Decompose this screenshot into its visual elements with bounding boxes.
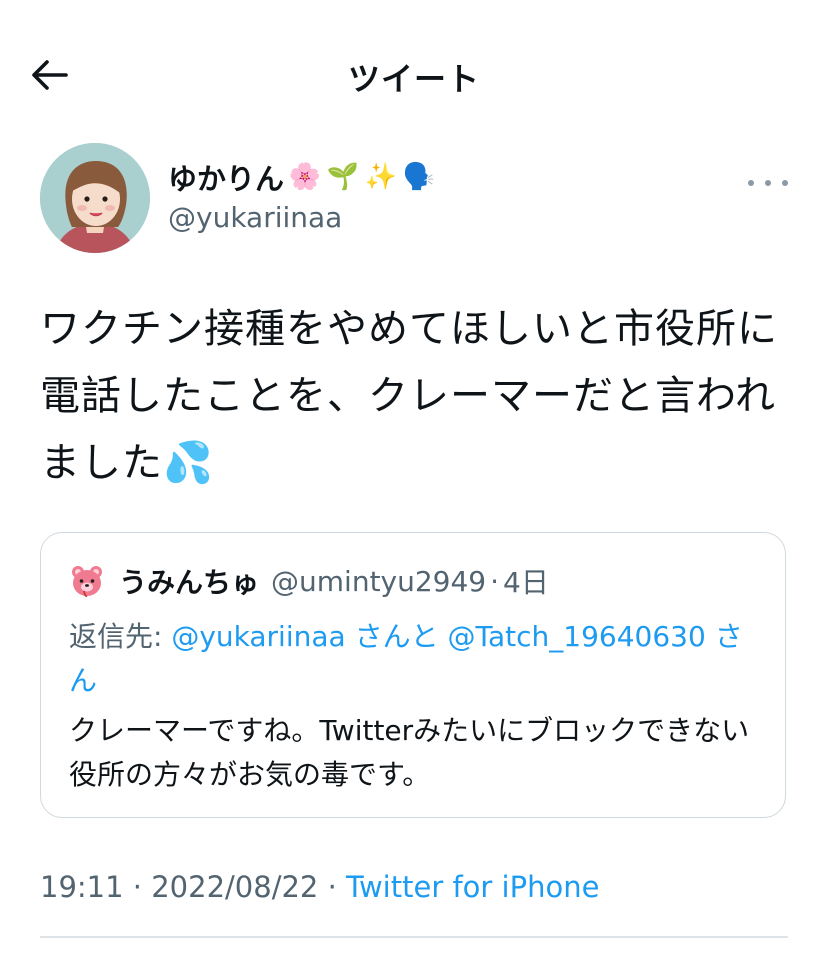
reply-joiner-text: さんと	[354, 620, 439, 653]
quoted-tweet-header: うみんちゅ @umintyu2949 · 4日	[69, 563, 549, 599]
app-header: ツイート	[0, 40, 828, 108]
tweet-date[interactable]: 2022/08/22	[151, 870, 318, 904]
meta-separator: ·	[123, 870, 152, 904]
quoted-tweet[interactable]: うみんちゅ @umintyu2949 · 4日 返信先: @yukariinaa…	[40, 532, 786, 818]
divider	[40, 936, 788, 938]
sparkles-icon: ✨	[364, 162, 398, 192]
tweet-meta: 19:11 · 2022/08/22 · Twitter for iPhone	[40, 870, 599, 904]
tweet-source-link[interactable]: Twitter for iPhone	[346, 870, 599, 904]
avatar[interactable]	[40, 143, 150, 253]
quoted-reply-context: 返信先: @yukariinaa さんと @Tatch_19640630 さん	[69, 615, 759, 703]
tweet-text: ワクチン接種をやめてほしいと市役所に電話したことを、クレーマーだと言われました💦	[40, 306, 778, 486]
cherry-blossom-icon: 🌸	[288, 162, 322, 192]
reply-prefix-label: 返信先:	[69, 620, 172, 653]
reply-mention-link[interactable]: @yukariinaa	[171, 620, 345, 653]
tweet-time[interactable]: 19:11	[40, 870, 124, 904]
reply-mention-link[interactable]: @Tatch_19640630	[448, 620, 706, 653]
more-dots-icon	[748, 180, 754, 186]
avatar-illustration	[40, 143, 150, 253]
author-name-row[interactable]: ゆかりん 🌸 🌱 ✨ 🗣️	[168, 157, 436, 197]
quoted-avatar-bear-icon[interactable]	[69, 563, 105, 599]
quoted-author-name[interactable]: うみんちゅ	[119, 561, 259, 601]
author-handle[interactable]: @yukariinaa	[168, 201, 342, 234]
quoted-tweet-text: クレーマーですね。Twitterみたいにブロックできない役所の方々がお気の毒です…	[69, 714, 750, 791]
quoted-author-handle[interactable]: @umintyu2949	[271, 565, 486, 598]
more-options-button[interactable]	[748, 173, 788, 193]
author-display-name[interactable]: ゆかりん	[168, 156, 284, 198]
quoted-timestamp[interactable]: 4日	[503, 561, 549, 601]
speaking-head-icon: 🗣️	[402, 162, 436, 192]
quoted-separator: ·	[490, 564, 500, 598]
tweet-author: ゆかりん 🌸 🌱 ✨ 🗣️ @yukariinaa	[40, 143, 788, 253]
meta-separator: ·	[318, 870, 347, 904]
page-title: ツイート	[347, 60, 480, 98]
seedling-icon: 🌱	[326, 162, 360, 192]
